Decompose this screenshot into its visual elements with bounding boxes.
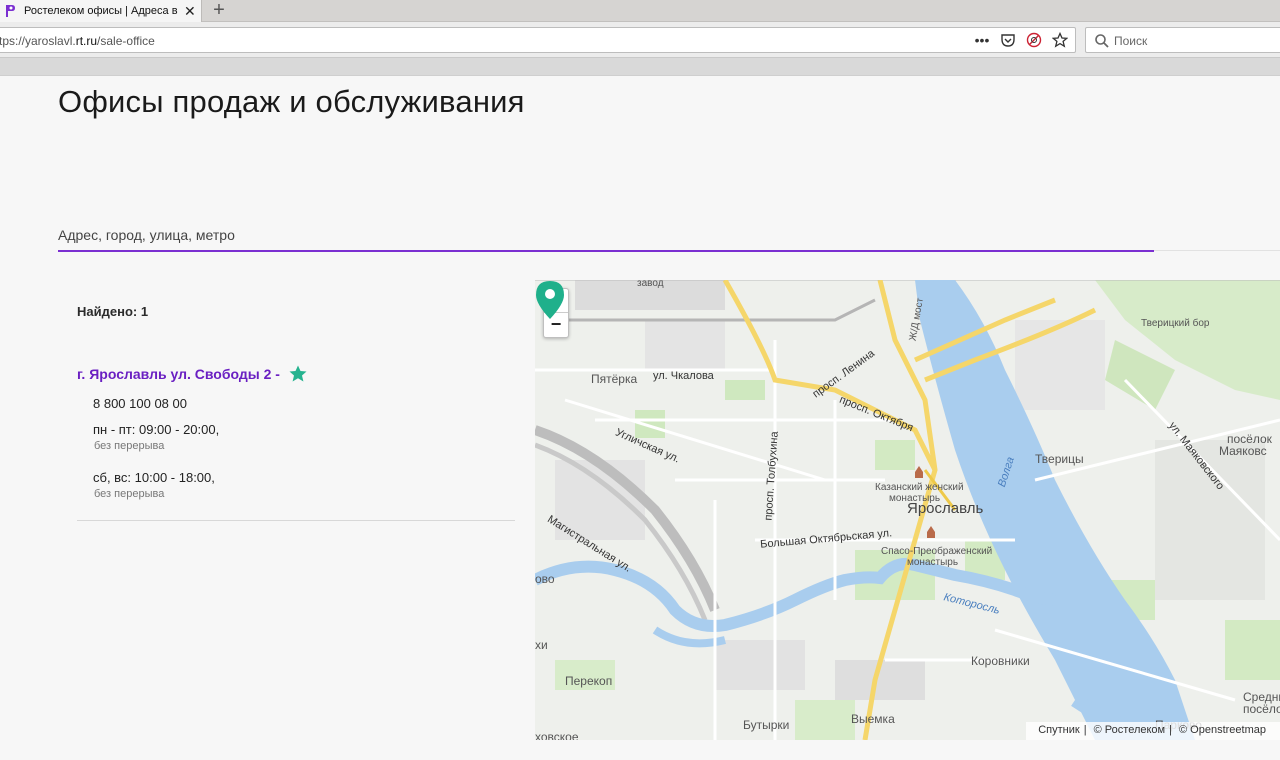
map-label-korovniki: Коровники: [971, 654, 1030, 668]
map-label-khi: хи: [535, 638, 548, 652]
url-path: /sale-office: [97, 34, 155, 48]
map-pin-icon[interactable]: [535, 280, 565, 320]
page-content: Офисы продаж и обслуживания Найдено: 1 г…: [0, 76, 1280, 760]
rostelecom-favicon-icon: [6, 5, 15, 17]
map-label-tveritsky-bor: Тверицкий бор: [1141, 318, 1210, 329]
pocket-icon[interactable]: [999, 31, 1017, 49]
address-search: [58, 222, 1154, 252]
browser-tab[interactable]: Ростелеком офисы | Адреса в г. ✕: [0, 0, 202, 22]
map-label-chkalova: ул. Чкалова: [653, 370, 714, 382]
attribution-osm[interactable]: © Openstreetmap: [1179, 724, 1266, 736]
map-label-butyrki: Бутырки: [743, 718, 790, 732]
map-label-spaso-1: Спасо-Преображенский: [881, 546, 993, 557]
map-label-vyemka: Выемка: [851, 712, 895, 726]
url-prefix: tps://yaroslavl.: [0, 34, 76, 48]
new-tab-icon[interactable]: +: [208, 0, 230, 22]
divider: [1154, 250, 1280, 251]
weekend-note: без перерыва: [94, 488, 165, 500]
close-icon[interactable]: ✕: [184, 4, 196, 18]
search-icon: [1095, 34, 1109, 48]
bookmark-star-icon[interactable]: [1051, 31, 1069, 49]
map-label-kazan-1: Казанский женский: [875, 482, 964, 493]
map-label-sredni-2: посёлок: [1243, 702, 1280, 716]
map-label-yaroslavl: Ярославль: [907, 500, 984, 517]
map-label-poselok-2: Маяковс: [1219, 444, 1267, 458]
map-label-ovo: ово: [535, 572, 555, 586]
map-label-zavod: завод: [637, 280, 664, 289]
map-label-tveritsy: Тверицы: [1035, 452, 1084, 466]
office-phone[interactable]: 8 800 100 08 00: [93, 396, 187, 411]
attribution-sputnik[interactable]: Спутник: [1038, 724, 1079, 736]
tab-strip: Ростелеком офисы | Адреса в г. ✕ +: [0, 0, 1280, 22]
address-search-input[interactable]: [58, 222, 1154, 248]
map-label-perekop: Перекоп: [565, 674, 613, 688]
map-label-khovskoe: ховское: [535, 730, 579, 740]
favorite-star-icon[interactable]: [288, 364, 308, 384]
page-title: Офисы продаж и обслуживания: [58, 84, 525, 119]
menu-dots-icon[interactable]: •••: [973, 31, 991, 49]
weekend-hours: сб, вс: 10:00 - 18:00,: [93, 470, 215, 485]
weekday-hours: пн - пт: 09:00 - 20:00,: [93, 422, 220, 437]
weekday-note: без перерыва: [94, 440, 165, 452]
browser-search-box[interactable]: Поиск: [1085, 27, 1280, 53]
map-label-spaso-2: монастырь: [907, 557, 959, 568]
office-name-link[interactable]: г. Ярославль ул. Свободы 2 -: [77, 366, 280, 382]
tab-title: Ростелеком офисы | Адреса в г.: [24, 5, 178, 17]
attribution-rostelecom[interactable]: © Ростелеком: [1094, 724, 1165, 736]
navigation-toolbar: tps://yaroslavl.rt.ru/sale-office ••• По…: [0, 22, 1280, 58]
map-label-pyaterka: Пятёрка: [591, 372, 638, 386]
url-host: rt.ru: [75, 34, 98, 48]
address-bar[interactable]: tps://yaroslavl.rt.ru/sale-office •••: [0, 27, 1076, 53]
results-count: Найдено: 1: [77, 304, 149, 319]
toolbar-separator: [0, 58, 1280, 76]
map-attribution: Спутник | © Ростелеком | © Openstreetmap: [1026, 722, 1280, 740]
office-map[interactable]: + − завод Пятёрка ул. Чкалова просп. Лен…: [535, 280, 1280, 740]
browser-search-placeholder: Поиск: [1114, 34, 1148, 48]
office-card: г. Ярославль ул. Свободы 2 - 8 800 100 0…: [77, 364, 515, 521]
url-text: tps://yaroslavl.rt.ru/sale-office: [0, 34, 155, 48]
no-tracking-icon[interactable]: [1025, 31, 1043, 49]
